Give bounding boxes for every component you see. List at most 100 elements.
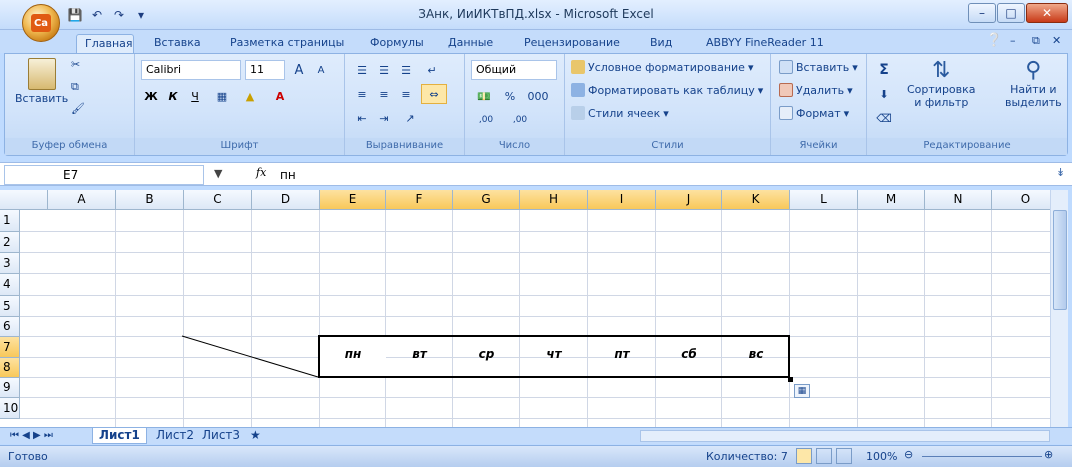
align-left-icon[interactable]: ≡ (351, 84, 373, 104)
decrease-decimal-button[interactable]: ,00 (505, 110, 535, 130)
copy-icon[interactable]: ⧉ (71, 80, 79, 94)
tab-data[interactable]: Данные (440, 34, 501, 53)
vertical-scroll-thumb[interactable] (1053, 210, 1067, 310)
cells-group: Вставить ▾ Удалить ▾ Формат ▾ Ячейки (771, 54, 867, 155)
format-painter-icon[interactable]: 🖌 (71, 102, 85, 115)
zoom-level[interactable]: 100% (866, 450, 897, 463)
format-cells-button[interactable]: Формат ▾ (779, 106, 849, 120)
office-logo-icon: Ca (31, 14, 51, 32)
zoom-out-icon[interactable]: ⊖ (904, 448, 913, 461)
shrink-font-button[interactable]: A (311, 60, 331, 80)
page-break-view-icon[interactable] (836, 448, 852, 464)
fill-handle[interactable] (788, 377, 793, 382)
zoom-in-icon[interactable]: ⊕ (1044, 448, 1053, 461)
align-center-icon[interactable]: ≡ (373, 84, 395, 104)
fx-icon[interactable]: fx (256, 166, 266, 179)
fill-icon[interactable]: ⬇ (873, 84, 895, 104)
insert-sheet-icon[interactable]: ★ (244, 428, 267, 444)
sheet-tab-bar: ⏮ ◀ ▶ ⏭ Лист1 Лист2 Лист3 ★ (0, 427, 1072, 444)
italic-button[interactable]: К (163, 86, 183, 106)
wrap-text-icon[interactable]: ↵ (421, 60, 443, 80)
cell-styles-button[interactable]: Стили ячеек ▾ (571, 106, 669, 120)
horizontal-scrollbar[interactable] (640, 430, 1050, 442)
office-button[interactable]: Ca (22, 4, 60, 42)
decrease-indent-icon[interactable]: ⇤ (351, 108, 373, 128)
sort-filter-icon: ⇅ (932, 58, 951, 83)
worksheet-grid[interactable]: ABCDEFGHIJKLMNO 1 2 3 4 5 6 7 8 9 10 ▦ (0, 190, 1050, 427)
tab-insert[interactable]: Вставка (146, 34, 209, 53)
tab-page-layout[interactable]: Разметка страницы (222, 34, 352, 53)
thousands-button[interactable]: 000 (523, 86, 553, 106)
tab-abbyy[interactable]: ABBYY FineReader 11 (698, 34, 832, 53)
font-color-icon[interactable]: A (269, 86, 291, 106)
cut-icon[interactable]: ✂ (71, 58, 80, 71)
font-size-select[interactable]: 11 (245, 60, 285, 80)
align-top-icon[interactable]: ☰ (351, 60, 373, 80)
cells-label: Ячейки (771, 138, 866, 155)
sort-filter-button[interactable]: ⇅ Сортировка и фильтр (907, 58, 976, 109)
normal-view-icon[interactable] (796, 448, 812, 464)
ribbon-tabs: Главная Вставка Разметка страницы Формул… (0, 30, 1072, 53)
formula-input[interactable]: пн (280, 165, 296, 185)
tab-formulas[interactable]: Формулы (362, 34, 432, 53)
bold-button[interactable]: Ж (141, 86, 161, 106)
zoom-slider[interactable] (922, 456, 1042, 457)
underline-button[interactable]: Ч (185, 86, 205, 106)
sheet-tab-1[interactable]: Лист1 (92, 428, 147, 444)
align-bottom-icon[interactable]: ☰ (395, 60, 417, 80)
find-select-button[interactable]: ⚲ Найти и выделить (1005, 58, 1062, 109)
day-cell[interactable]: пт (588, 339, 656, 369)
paste-button[interactable]: Вставить (15, 58, 68, 105)
conditional-formatting-label: Условное форматирование (588, 60, 745, 74)
merge-center-icon[interactable]: ⇔ (421, 84, 447, 104)
status-bar: Готово Количество: 7 100% ⊖ ⊕ (0, 445, 1072, 467)
font-name-select[interactable]: Calibri (141, 60, 241, 80)
increase-decimal-button[interactable]: ,00 (471, 110, 501, 130)
minimize-button[interactable]: – (968, 3, 996, 23)
name-box-dropdown-icon[interactable]: ▼ (214, 167, 222, 180)
tab-home[interactable]: Главная (76, 34, 134, 53)
sheet-nav-icons[interactable]: ⏮ ◀ ▶ ⏭ (4, 428, 59, 444)
day-cell[interactable]: ср (453, 339, 520, 369)
maximize-button[interactable]: □ (997, 3, 1025, 23)
ribbon: Вставить ✂ ⧉ 🖌 Буфер обмена Calibri 11 A… (4, 53, 1068, 156)
sheet-tab-3[interactable]: Лист3 (196, 428, 246, 444)
vertical-scrollbar[interactable] (1050, 190, 1068, 427)
day-cell[interactable]: сб (656, 339, 722, 369)
clear-icon[interactable]: ⌫ (873, 108, 895, 128)
page-layout-view-icon[interactable] (816, 448, 832, 464)
conditional-formatting-button[interactable]: Условное форматирование ▾ (571, 60, 753, 74)
close-button[interactable]: ✕ (1026, 3, 1068, 23)
sort-label: Сортировка (907, 83, 976, 96)
format-cells-icon (779, 106, 793, 120)
delete-cells-button[interactable]: Удалить ▾ (779, 83, 853, 97)
expand-formula-bar-icon[interactable]: ↡ (1056, 166, 1065, 179)
sheet-tab-2[interactable]: Лист2 (150, 428, 200, 444)
day-cell[interactable]: вс (722, 339, 790, 369)
name-box[interactable]: E7 (4, 165, 204, 185)
insert-cells-button[interactable]: Вставить ▾ (779, 60, 858, 74)
tab-view[interactable]: Вид (642, 34, 680, 53)
day-cell[interactable]: вт (386, 339, 453, 369)
orientation-icon[interactable]: ↗ (397, 108, 423, 128)
diagonal-line-shape[interactable] (0, 190, 1050, 427)
autosum-button[interactable]: Σ (873, 60, 895, 80)
grow-font-button[interactable]: A (289, 60, 309, 80)
tab-review[interactable]: Рецензирование (516, 34, 628, 53)
ribbon-close-icon[interactable]: ✕ (1044, 32, 1069, 51)
ribbon-minimize-icon[interactable]: – (1002, 32, 1024, 51)
percent-button[interactable]: % (501, 86, 519, 106)
format-cells-label: Формат (796, 106, 841, 120)
paste-options-icon[interactable]: ▦ (794, 384, 810, 398)
borders-icon[interactable]: ▦ (211, 86, 233, 106)
format-as-table-button[interactable]: Форматировать как таблицу ▾ (571, 83, 763, 97)
status-ready: Готово (8, 450, 48, 463)
fill-color-icon[interactable]: ▲ (239, 86, 261, 106)
align-middle-icon[interactable]: ☰ (373, 60, 395, 80)
increase-indent-icon[interactable]: ⇥ (373, 108, 395, 128)
day-cell[interactable]: пн (320, 339, 386, 369)
align-right-icon[interactable]: ≡ (395, 84, 417, 104)
day-cell[interactable]: чт (520, 339, 588, 369)
currency-icon[interactable]: 💵 (471, 86, 497, 106)
number-format-select[interactable]: Общий (471, 60, 557, 80)
